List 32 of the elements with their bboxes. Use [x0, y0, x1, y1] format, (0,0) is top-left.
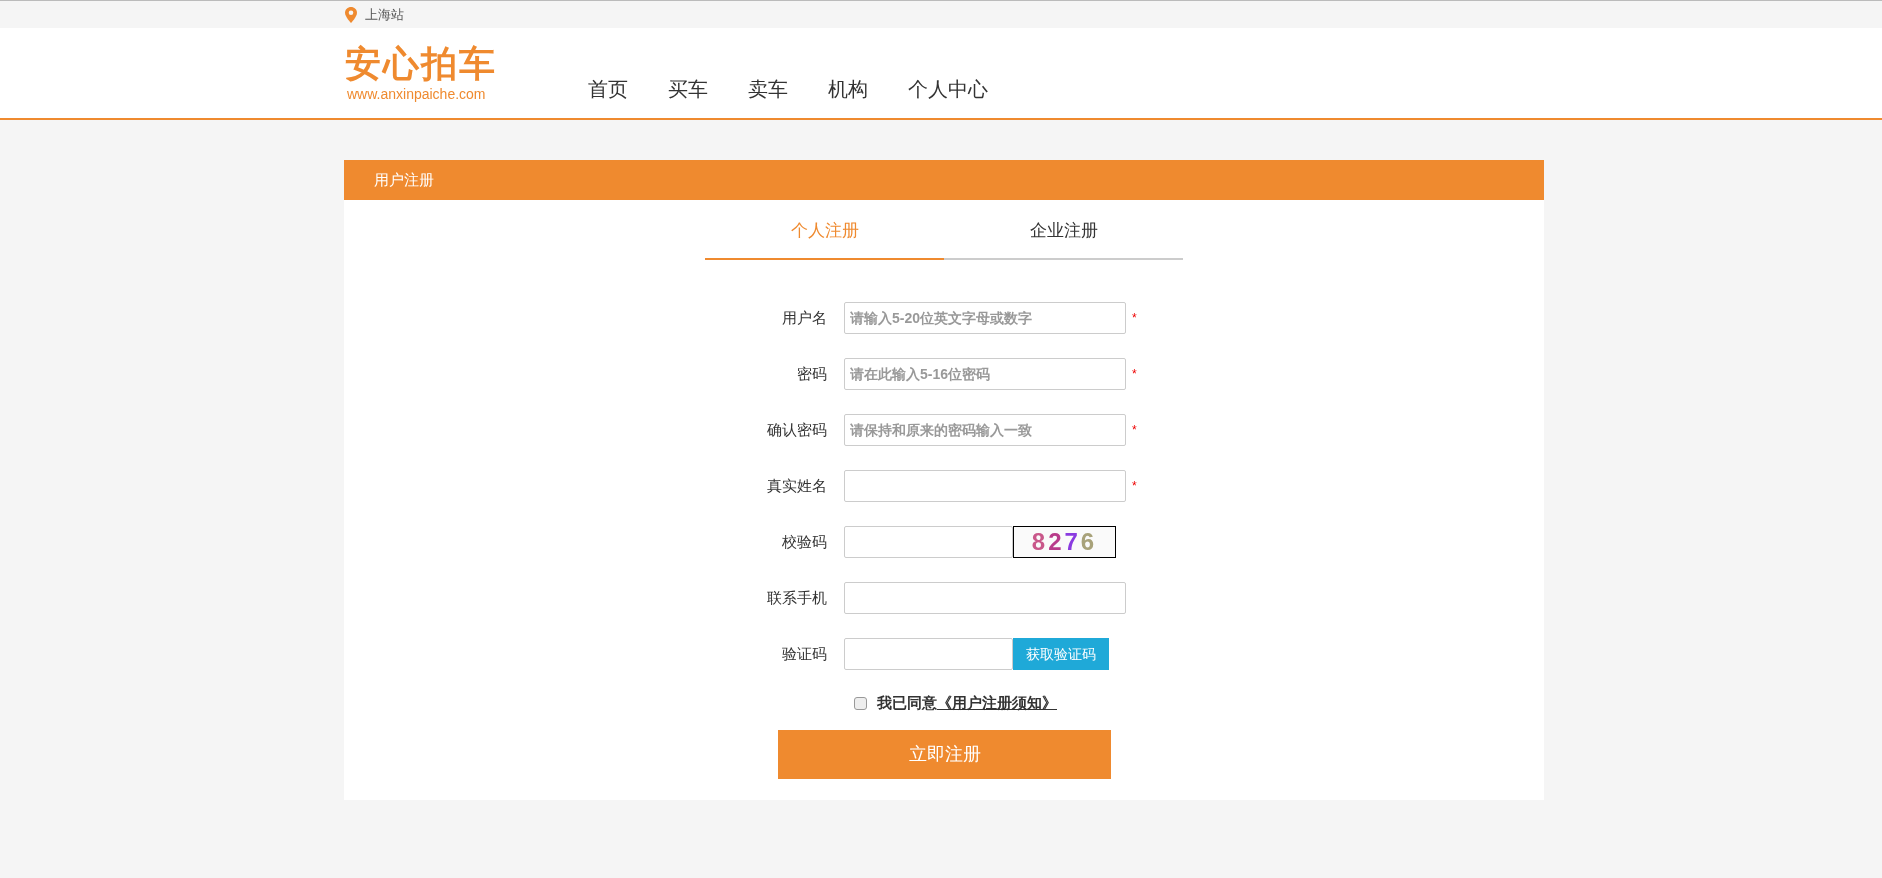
input-field[interactable]: 请在此输入5-16位密码 — [844, 358, 1126, 390]
input-field[interactable]: 请输入5-20位英文字母或数字 — [844, 302, 1126, 334]
field-label: 联系手机 — [766, 587, 828, 608]
field-label: 确认密码 — [766, 419, 828, 440]
field-label: 验证码 — [781, 643, 828, 664]
field-label: 用户名 — [781, 307, 828, 328]
logo-url: www.anxinpaiche.com — [347, 85, 486, 104]
tab[interactable]: 企业注册 — [944, 200, 1183, 260]
location-text[interactable]: 上海站 — [365, 4, 404, 25]
nav-link[interactable]: 机构 — [828, 74, 868, 104]
nav-link[interactable]: 个人中心 — [908, 74, 988, 104]
agreement-checkbox[interactable] — [854, 696, 867, 710]
input-field[interactable]: 请保持和原来的密码输入一致 — [844, 414, 1126, 446]
input-field[interactable] — [844, 526, 1013, 558]
required-mark: * — [1132, 310, 1137, 327]
field-label: 校验码 — [781, 531, 828, 552]
field-label: 真实姓名 — [766, 475, 828, 496]
location-pin-icon — [345, 6, 357, 23]
required-mark: * — [1132, 478, 1137, 495]
nav-link[interactable]: 买车 — [668, 74, 708, 104]
required-mark: * — [1132, 422, 1137, 439]
nav-link[interactable]: 首页 — [588, 74, 628, 104]
required-mark: * — [1132, 366, 1137, 383]
captcha-image[interactable]: 8276 — [1013, 526, 1116, 558]
nav-link[interactable]: 卖车 — [748, 74, 788, 104]
input-field[interactable] — [844, 582, 1126, 614]
terms-link[interactable]: 《用户注册须知》 — [937, 692, 1057, 715]
agreement-text: 我已同意 — [877, 693, 937, 713]
input-field[interactable] — [844, 470, 1126, 502]
input-field[interactable] — [844, 638, 1013, 670]
field-label: 密码 — [796, 363, 828, 384]
panel-title: 用户注册 — [374, 169, 434, 190]
